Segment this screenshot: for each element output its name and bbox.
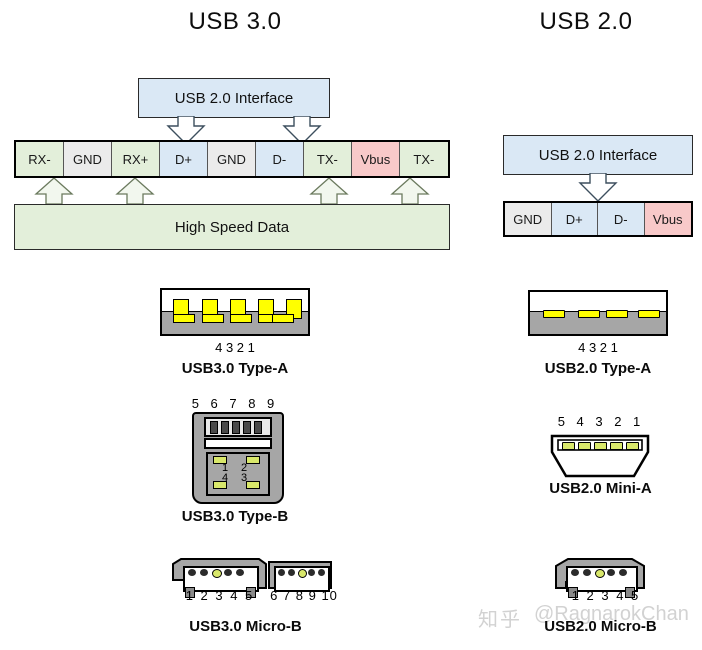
usb2-mini-a-connector	[540, 432, 660, 482]
usb3-pin-row: RX- GND RX+ D+ GND D- TX- Vbus TX-	[14, 140, 450, 178]
usb3-type-a-shell	[160, 288, 310, 336]
usb3-type-b-pad-3	[246, 481, 260, 489]
usb3-type-a-connector	[160, 288, 310, 336]
usb3-type-b-connector: 1 2 3 4	[192, 412, 284, 504]
usb2-pin-d-minus: D-	[598, 203, 645, 235]
usb2-pin-label: GND	[513, 211, 543, 227]
usb2-pin-label: Vbus	[652, 211, 683, 227]
usb3-pin-label: TX-	[316, 151, 338, 167]
usb3-type-a-pin-numbers: 4 3 2 1	[215, 340, 255, 355]
usb2-micro-b-caption: USB2.0 Micro-B	[544, 618, 657, 635]
usb2-micro-b-pin-4	[607, 569, 615, 576]
usb2-micro-b-pin-1	[571, 569, 579, 576]
usb2-interface-label: USB 2.0 Interface	[538, 146, 658, 164]
usb3-pin-d-plus: D+	[159, 142, 208, 176]
usb2-mini-a-pad-5	[562, 442, 575, 450]
usb3-interface-box: USB 2.0 Interface	[138, 78, 330, 118]
usb2-type-a-pin-numbers: 4 3 2 1	[578, 340, 618, 355]
usb3-type-b-caption: USB3.0 Type-B	[181, 508, 289, 525]
usb3-pin-label: RX+	[122, 151, 149, 167]
usb3-pin-label: TX-	[413, 151, 435, 167]
usb2-type-a-contact-3	[606, 310, 628, 318]
usb3-high-speed-data-label: High Speed Data	[174, 218, 290, 236]
usb3-pin-tx-minus-2: TX-	[399, 142, 448, 176]
usb3-micro-b-caption: USB3.0 Micro-B	[189, 618, 302, 635]
usb3-type-a-contact-foot-5	[272, 314, 294, 323]
usb3-type-a-caption: USB3.0 Type-A	[181, 360, 289, 377]
usb2-interface-arrow	[578, 173, 618, 202]
usb3-micro-b-left-pin-numbers: 1 2 3 4 5	[185, 588, 255, 603]
usb2-column-title: USB 2.0	[539, 8, 633, 35]
usb3-type-b-pad-2	[246, 456, 260, 464]
usb3-type-b-separator-bar	[204, 438, 272, 449]
usb2-pin-gnd: GND	[505, 203, 552, 235]
usb2-micro-b-pin-2	[583, 569, 591, 576]
usb2-pin-d-plus: D+	[551, 203, 598, 235]
usb3-micro-b-right-pin-numbers: 6 7 8 9 10	[270, 588, 338, 603]
usb2-type-a-connector	[528, 290, 668, 336]
usb3-type-a-contact-foot-1	[173, 314, 195, 323]
usb3-pin-vbus: Vbus	[351, 142, 400, 176]
usb3-micro-b-pin-5	[236, 569, 244, 576]
usb3-micro-b-pin-3	[212, 569, 222, 578]
usb3-type-a-contact-foot-3	[230, 314, 252, 323]
usb3-pin-label: GND	[216, 151, 246, 167]
usb3-pin-rx-minus-1: RX-	[16, 142, 64, 176]
usb2-micro-b-pin-3	[595, 569, 605, 578]
usb2-mini-a-caption: USB2.0 Mini-A	[549, 480, 652, 497]
usb3-column-title: USB 3.0	[188, 8, 282, 35]
usb2-type-a-contact-4	[638, 310, 660, 318]
usb3-pin-d-minus: D-	[255, 142, 304, 176]
usb3-pin-gnd-1: GND	[63, 142, 112, 176]
usb3-micro-b-pin-4	[224, 569, 232, 576]
usb2-type-a-caption: USB2.0 Type-A	[544, 360, 652, 377]
usb3-high-speed-arrows	[34, 178, 430, 205]
usb2-interface-box: USB 2.0 Interface	[503, 135, 693, 175]
usb3-type-b-top-pin-6	[221, 421, 229, 434]
usb2-mini-a-pin-numbers: 5 4 3 2 1	[557, 414, 645, 429]
usb3-micro-b-pin-9	[308, 569, 315, 576]
usb3-micro-b-pin-7	[288, 569, 295, 576]
usb3-micro-b-pin-6	[278, 569, 285, 576]
usb3-pin-label: GND	[73, 151, 102, 167]
usb2-pin-row: GND D+ D- Vbus	[503, 201, 693, 237]
usb2-type-a-contact-1	[543, 310, 565, 318]
usb2-mini-a-outline	[550, 434, 650, 478]
usb2-mini-a-pad-1	[626, 442, 639, 450]
usb3-type-b-inner-number-3: 3	[241, 472, 248, 484]
usb3-micro-b-pin-8	[298, 569, 307, 578]
usb2-type-a-shell	[528, 290, 668, 336]
usb3-pin-label: RX-	[28, 151, 51, 167]
usb2-micro-b-pin-5	[619, 569, 627, 576]
usb3-pin-label: D-	[272, 151, 287, 167]
usb3-type-b-top-pin-8	[243, 421, 251, 434]
usb3-micro-b-pin-10	[318, 569, 325, 576]
usb3-pin-tx-minus-1: TX-	[303, 142, 352, 176]
usb3-type-b-top-slot	[204, 417, 272, 437]
usb3-type-a-contact-foot-2	[202, 314, 224, 323]
usb3-micro-b-pin-2	[200, 569, 208, 576]
usb3-pin-label: D+	[174, 151, 192, 167]
usb3-pin-rx-plus: RX+	[111, 142, 160, 176]
usb2-mini-a-pad-2	[610, 442, 623, 450]
usb3-type-b-top-pin-numbers: 5 6 7 8 9	[191, 396, 279, 411]
usb3-type-b-top-pin-5	[210, 421, 218, 434]
usb2-pin-label: D-	[613, 211, 628, 227]
usb3-type-b-top-pin-7	[232, 421, 240, 434]
usb2-mini-a-pad-4	[578, 442, 591, 450]
usb2-micro-b-pin-numbers: 1 2 3 4 5	[571, 588, 641, 603]
usb3-micro-b-pin-1	[188, 569, 196, 576]
usb3-pin-gnd-2: GND	[207, 142, 256, 176]
usb3-type-b-cavity: 1 2 3 4	[206, 452, 270, 496]
usb2-pin-label: D+	[565, 211, 583, 227]
usb3-pin-label: Vbus	[360, 151, 391, 167]
usb2-mini-a-pad-3	[594, 442, 607, 450]
usb3-high-speed-data-box: High Speed Data	[14, 204, 450, 250]
usb3-type-b-inner-number-4: 4	[222, 472, 229, 484]
usb2-type-a-contact-2	[578, 310, 600, 318]
usb3-interface-label: USB 2.0 Interface	[174, 89, 294, 107]
usb3-type-b-top-pin-9	[254, 421, 262, 434]
usb2-pin-vbus: Vbus	[644, 203, 691, 235]
